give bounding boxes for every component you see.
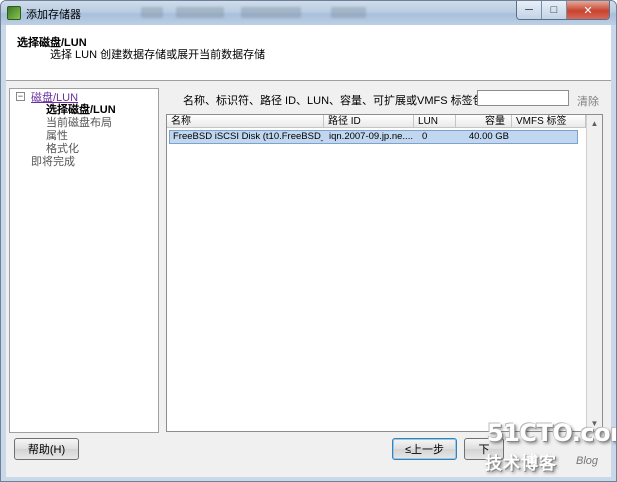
table-header: 名称 路径 ID LUN 容量 VMFS 标签 <box>167 115 602 128</box>
cell-vmfs-label <box>517 131 577 143</box>
filter-label-text: 名称、标识符、路径 ID、LUN、容量、可扩展或VMFS 标签包含: <box>183 95 498 107</box>
help-button[interactable]: 帮助(H) <box>14 438 79 460</box>
scroll-up-icon[interactable]: ▲ <box>587 115 602 131</box>
cell-capacity: 40.00 GB <box>468 131 509 142</box>
column-header-path-id[interactable]: 路径 ID <box>324 115 414 128</box>
background-title-blur <box>331 7 366 18</box>
background-title-blur <box>176 7 224 18</box>
window-controls: ─ □ ✕ <box>516 1 610 20</box>
filter-label[interactable]: 名称、标识符、路径 ID、LUN、容量、可扩展或VMFS 标签包含: ▾ <box>183 92 506 108</box>
next-button[interactable]: 下 <box>464 438 504 460</box>
wizard-client-area: 选择磁盘/LUN 选择 LUN 创建数据存储或展开当前数据存储 − 磁盘/LUN… <box>6 25 611 477</box>
table-row[interactable]: FreeBSD iSCSI Disk (t10.FreeBSD_i... iqn… <box>169 130 578 144</box>
background-title-blur <box>241 7 301 18</box>
collapse-toggle-icon[interactable]: − <box>16 92 25 101</box>
vertical-scrollbar[interactable]: ▲ ▼ <box>586 115 602 431</box>
lun-table: 名称 路径 ID LUN 容量 VMFS 标签 FreeBSD iSCSI Di… <box>166 114 603 432</box>
lun-selection-pane: 名称、标识符、路径 ID、LUN、容量、可扩展或VMFS 标签包含: ▾ 清除 … <box>163 88 606 433</box>
column-header-name[interactable]: 名称 <box>167 115 324 128</box>
wizard-steps-nav: − 磁盘/LUN 选择磁盘/LUN 当前磁盘布局 属性 格式化 即将完成 <box>9 88 159 433</box>
back-button[interactable]: ≤上一步 <box>392 438 457 460</box>
close-button[interactable]: ✕ <box>567 1 609 19</box>
wizard-header: 选择磁盘/LUN 选择 LUN 创建数据存储或展开当前数据存储 <box>6 25 611 81</box>
window-title: 添加存储器 <box>26 9 81 21</box>
clear-filter-link[interactable]: 清除 <box>577 93 599 109</box>
column-header-capacity[interactable]: 容量 <box>456 115 512 128</box>
maximize-button[interactable]: □ <box>542 1 567 19</box>
background-title-blur <box>141 7 163 18</box>
add-storage-window: 添加存储器 ─ □ ✕ 选择磁盘/LUN 选择 LUN 创建数据存储或展开当前数… <box>0 0 617 482</box>
title-bar[interactable]: 添加存储器 ─ □ ✕ <box>1 1 616 25</box>
column-header-lun[interactable]: LUN <box>414 115 456 128</box>
nav-item-ready-to-complete: 即将完成 <box>31 156 75 168</box>
filter-input[interactable] <box>477 90 569 106</box>
cell-lun: 0 <box>422 131 428 142</box>
cell-name: FreeBSD iSCSI Disk (t10.FreeBSD_i... <box>173 131 323 142</box>
page-subtitle: 选择 LUN 创建数据存储或展开当前数据存储 <box>50 49 266 61</box>
scroll-down-icon[interactable]: ▼ <box>587 415 602 431</box>
column-header-vmfs-label[interactable]: VMFS 标签 <box>512 115 586 128</box>
vsphere-app-icon <box>7 6 21 20</box>
cell-path-id: iqn.2007-09.jp.ne.... <box>329 131 413 142</box>
minimize-button[interactable]: ─ <box>517 1 542 19</box>
